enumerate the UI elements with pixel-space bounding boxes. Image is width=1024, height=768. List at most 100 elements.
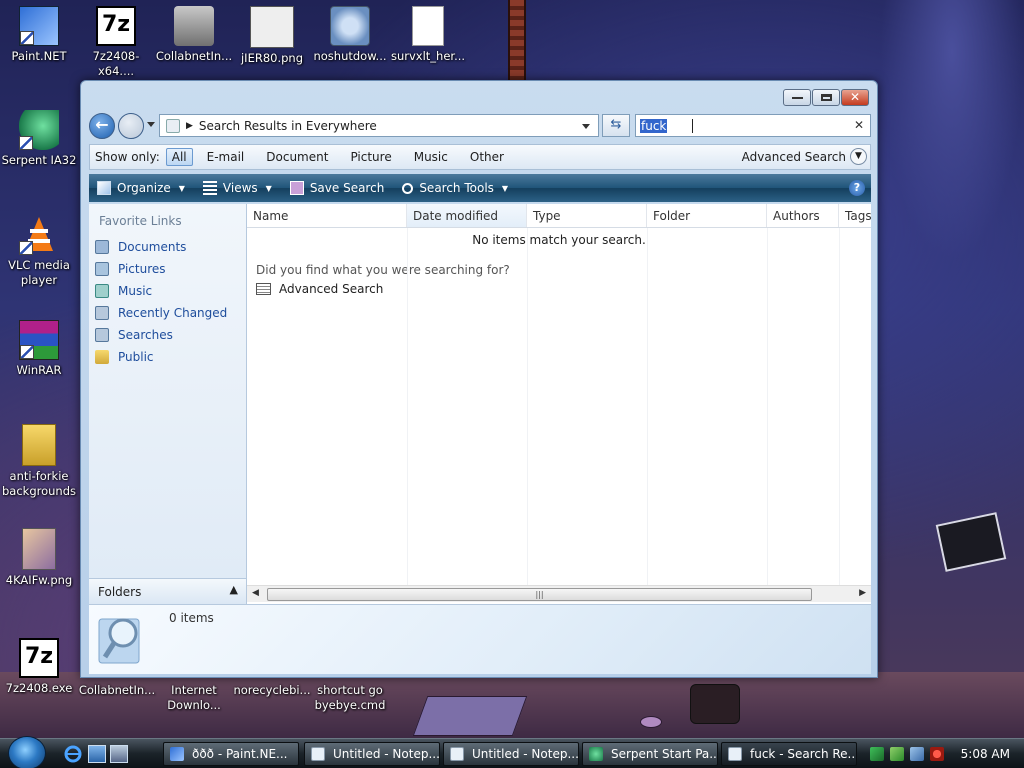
desktop-icon-collabnet-2[interactable]: CollabnetIn... (78, 683, 156, 698)
desktop-icon-paint-net[interactable]: Paint.NET (0, 6, 78, 64)
taskbar-button-serpent[interactable]: Serpent Start Pa... (582, 742, 718, 766)
navigation-pane: Favorite Links Documents Pictures Music … (89, 204, 247, 604)
horizontal-scrollbar[interactable]: ◀ ||| ▶ (247, 585, 871, 602)
column-divider (407, 228, 408, 586)
column-date-modified[interactable]: Date modified (407, 204, 527, 227)
clock[interactable]: 5:08 AM (961, 747, 1010, 761)
show-desktop-icon[interactable] (88, 745, 106, 763)
taskbar-button-search[interactable]: fuck - Search Re... (721, 742, 857, 766)
address-dropdown-icon[interactable] (582, 124, 590, 129)
organize-label: Organize (117, 181, 171, 195)
serpent-snake-icon (589, 747, 603, 761)
views-button[interactable]: Views ▼ (202, 181, 272, 195)
filter-music[interactable]: Music (414, 150, 448, 164)
desktop-icon-shortcut-cmd[interactable]: shortcut go byebye.cmd (311, 683, 389, 713)
sidebar-item-recently-changed[interactable]: Recently Changed (89, 302, 246, 324)
notepad-icon (311, 747, 325, 761)
desktop-icon-7z-installer[interactable]: 7z 7z2408-x64.... (77, 6, 155, 79)
taskbar-button-notepad-2[interactable]: Untitled - Notep... (443, 742, 579, 766)
organize-icon (97, 181, 111, 195)
sidebar-item-pictures[interactable]: Pictures (89, 258, 246, 280)
sidebar-item-public[interactable]: Public (89, 346, 246, 368)
column-type[interactable]: Type (527, 204, 647, 227)
organize-button[interactable]: Organize ▼ (97, 181, 185, 195)
safely-remove-icon[interactable] (890, 747, 904, 761)
desktop-icon-serpent[interactable]: Serpent IA32 (0, 110, 78, 168)
column-authors[interactable]: Authors (767, 204, 839, 227)
favorite-links-header: Favorite Links (99, 214, 182, 228)
sidebar-item-music[interactable]: Music (89, 280, 246, 302)
breadcrumb: Search Results in Everywhere (198, 118, 377, 133)
chevron-down-icon[interactable]: ▼ (850, 148, 867, 165)
address-row: ← ▶ Search Results in Everywhere ⇆ fuck … (89, 113, 871, 139)
close-icon: ✕ (850, 90, 861, 104)
breadcrumb-arrow-icon[interactable]: ▶ (186, 121, 193, 131)
scrollbar-thumb[interactable]: ||| (267, 588, 812, 601)
desktop-icon-winrar[interactable]: WinRAR (0, 320, 78, 378)
sidebar-item-label: Music (118, 284, 153, 298)
desktop-icon-survxlt[interactable]: survxlt_her... (389, 6, 467, 64)
filter-email[interactable]: E-mail (207, 150, 245, 164)
column-name[interactable]: Name (247, 204, 407, 227)
desktop-icon-4kaifw[interactable]: 4KAIFw.png (0, 528, 78, 588)
magnifier-icon (402, 182, 414, 194)
paint-net-icon (170, 747, 184, 761)
filter-picture[interactable]: Picture (350, 150, 391, 164)
desktop-icon-jier80[interactable]: jIER80.png (233, 6, 311, 66)
close-button[interactable]: ✕ (841, 89, 869, 106)
filter-document[interactable]: Document (266, 150, 328, 164)
taskbar-button-paint-net[interactable]: ððð - Paint.NE... (163, 742, 299, 766)
address-bar[interactable]: ▶ Search Results in Everywhere (159, 114, 599, 137)
filter-other[interactable]: Other (470, 150, 504, 164)
folders-toggle[interactable]: Folders ▲ (89, 578, 247, 604)
views-label: Views (222, 181, 258, 195)
recently-changed-icon (95, 306, 109, 320)
computer-setup-icon (174, 6, 214, 46)
volume-muted-icon[interactable] (930, 747, 944, 761)
help-icon[interactable]: ? (849, 180, 865, 196)
no-results-message: No items match your search. (472, 233, 646, 247)
filter-all[interactable]: All (165, 148, 193, 166)
computer-network-icon[interactable] (910, 747, 924, 761)
advanced-search-link[interactable]: Advanced Search (256, 282, 871, 296)
internet-explorer-icon[interactable] (64, 745, 82, 763)
column-tags[interactable]: Tags (839, 204, 872, 227)
clear-search-icon[interactable]: ✕ (854, 118, 864, 132)
search-input[interactable]: fuck ✕ (635, 114, 871, 137)
filter-bar: Show only: All E-mail Document Picture M… (89, 144, 871, 170)
switch-windows-icon[interactable] (110, 745, 128, 763)
explorer-search-window[interactable]: ✕ ← ▶ Search Results in Everywhere ⇆ fuc… (80, 80, 878, 678)
advanced-search-toggle[interactable]: Advanced Search (742, 150, 846, 164)
sidebar-item-documents[interactable]: Documents (89, 236, 246, 258)
search-folder-icon (166, 118, 180, 133)
desktop-icon-vlc[interactable]: VLC media player (0, 215, 78, 288)
scroll-left-icon[interactable]: ◀ (252, 588, 259, 598)
maximize-button[interactable] (812, 89, 840, 106)
desktop-icon-noshutdown[interactable]: noshutdow... (311, 6, 389, 64)
back-button[interactable]: ← (89, 113, 115, 139)
taskbar-button-notepad-1[interactable]: Untitled - Notep... (304, 742, 440, 766)
search-folder-icon (728, 747, 742, 761)
chevron-up-icon: ▲ (229, 583, 238, 596)
minimize-button[interactable] (783, 89, 811, 106)
scroll-right-icon[interactable]: ▶ (859, 588, 866, 598)
text-cursor (692, 119, 693, 133)
sidebar-item-label: Pictures (118, 262, 166, 276)
desktop-icon-norecyclebin[interactable]: norecyclebi... (233, 683, 311, 698)
network-icon[interactable] (870, 747, 884, 761)
search-tools-button[interactable]: Search Tools ▼ (402, 181, 508, 195)
documents-icon (95, 240, 109, 254)
forward-button[interactable] (118, 113, 144, 139)
refresh-button[interactable]: ⇆ (602, 114, 630, 137)
wallpaper-device (935, 512, 1007, 572)
start-button[interactable] (8, 736, 46, 768)
column-folder[interactable]: Folder (647, 204, 767, 227)
desktop-icon-collabnet[interactable]: CollabnetIn... (155, 6, 233, 64)
column-divider (839, 228, 840, 586)
sidebar-item-searches[interactable]: Searches (89, 324, 246, 346)
recent-pages-dropdown[interactable] (147, 122, 155, 127)
desktop-icon-anti-forkie[interactable]: anti-forkie backgrounds (0, 424, 78, 499)
desktop-icon-7z2408-exe[interactable]: 7z 7z2408.exe (0, 638, 78, 696)
desktop-icon-internet-download[interactable]: Internet Downlo... (155, 683, 233, 713)
save-search-button[interactable]: Save Search (289, 181, 384, 195)
